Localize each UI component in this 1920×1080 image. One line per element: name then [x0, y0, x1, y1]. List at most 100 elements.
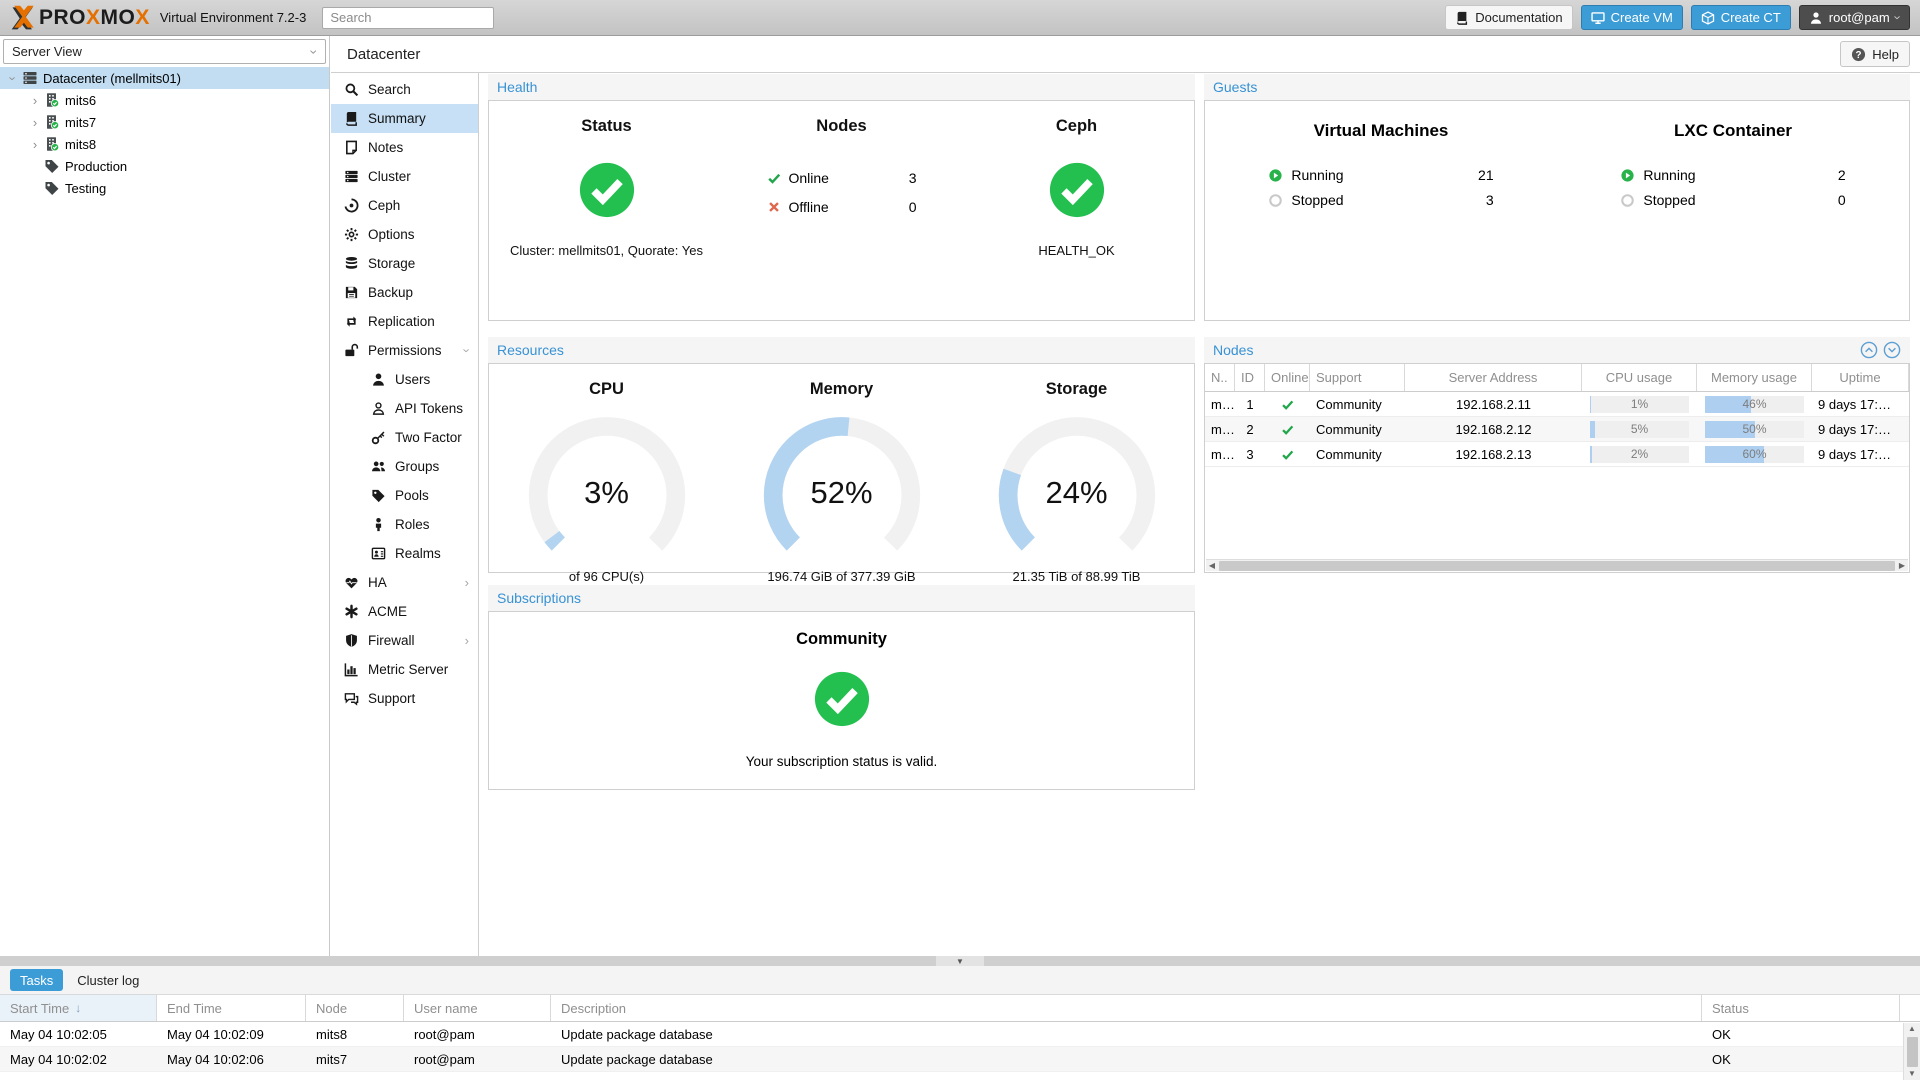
svg-text:?: ?: [1856, 49, 1862, 60]
tree-item-mits8[interactable]: › mits8: [0, 133, 329, 155]
col-status[interactable]: Status: [1702, 995, 1900, 1021]
create-vm-button[interactable]: Create VM: [1580, 5, 1683, 30]
task-row[interactable]: May 04 10:02:02 May 04 10:02:06 mits7 ro…: [0, 1047, 1920, 1072]
horizontal-splitter[interactable]: ▼: [0, 956, 1920, 966]
view-selector-dropdown[interactable]: Server View ›: [3, 39, 326, 64]
col-description[interactable]: Description: [551, 995, 1702, 1021]
shield-icon: [344, 633, 359, 648]
col-online[interactable]: Online: [1265, 364, 1310, 391]
tasks-tab-bar: Tasks Cluster log: [0, 966, 1920, 994]
tree-item-testing[interactable]: Testing: [0, 177, 329, 199]
scroll-right-icon[interactable]: ▶: [1896, 560, 1908, 572]
check-icon: [767, 171, 781, 185]
tag-icon: [44, 158, 60, 174]
sidebar-item-acme[interactable]: ACME: [331, 597, 478, 626]
database-icon: [344, 256, 359, 271]
nodes-heading: Nodes: [816, 117, 867, 135]
tree-item-mits7[interactable]: › mits7: [0, 111, 329, 133]
node-icon: [44, 114, 60, 130]
node-row[interactable]: m… 1 Community 192.168.2.11 1% 46% 9 day…: [1205, 392, 1909, 417]
sidebar-item-support[interactable]: Support: [331, 684, 478, 713]
memory-gauge: 52%: [753, 415, 931, 574]
col-memory-usage[interactable]: Memory usage: [1697, 364, 1812, 391]
documentation-button[interactable]: Documentation: [1445, 5, 1573, 30]
tree-item-production[interactable]: Production: [0, 155, 329, 177]
sidebar-item-options[interactable]: Options: [331, 220, 478, 249]
sidebar-item-roles[interactable]: Roles: [331, 510, 478, 539]
node-row[interactable]: m… 2 Community 192.168.2.12 5% 50% 9 day…: [1205, 417, 1909, 442]
tree-item-mits6[interactable]: › mits6: [0, 89, 329, 111]
col-start-time[interactable]: Start Time ↓: [0, 995, 157, 1021]
scrollbar-thumb[interactable]: [1906, 1037, 1918, 1067]
col-cpu-usage[interactable]: CPU usage: [1582, 364, 1697, 391]
lxc-stopped-row: Stopped 0: [1620, 192, 1846, 208]
chevron-down-icon: ›: [1890, 15, 1906, 20]
fold-up-icon[interactable]: [1860, 341, 1878, 359]
resources-panel: Resources CPU 3% of 96 CPU(s) Memory 52%…: [488, 337, 1195, 584]
node-icon: [44, 136, 60, 152]
vertical-scrollbar[interactable]: ▲ ▼: [1903, 1023, 1920, 1080]
sidebar-item-permissions[interactable]: Permissions ›: [331, 336, 478, 365]
storage-heading: Storage: [1045, 380, 1108, 398]
scrollbar-thumb[interactable]: [1219, 560, 1895, 571]
caret-expanded-icon[interactable]: ›: [6, 71, 21, 85]
sidebar-item-storage[interactable]: Storage: [331, 249, 478, 278]
sidebar-item-firewall[interactable]: Firewall ›: [331, 626, 478, 655]
col-end-time[interactable]: End Time: [157, 995, 306, 1021]
sidebar-item-api-tokens[interactable]: API Tokens: [331, 394, 478, 423]
help-button[interactable]: ? Help: [1840, 41, 1910, 67]
node-row[interactable]: m… 3 Community 192.168.2.13 2% 60% 9 day…: [1205, 442, 1909, 467]
scroll-up-icon[interactable]: ▲: [1908, 1023, 1916, 1035]
col-uptime[interactable]: Uptime: [1812, 364, 1909, 391]
sidebar-item-ha[interactable]: HA ›: [331, 568, 478, 597]
sidebar-item-metric-server[interactable]: Metric Server: [331, 655, 478, 684]
user-menu-button[interactable]: root@pam ›: [1798, 5, 1910, 30]
splitter-grip[interactable]: ▼: [936, 956, 984, 966]
storage-percent: 24%: [1045, 475, 1108, 510]
tasks-panel: Tasks Cluster log Start Time ↓ End Time N…: [0, 966, 1920, 1080]
sidebar-item-users[interactable]: Users: [331, 365, 478, 394]
tab-cluster-log[interactable]: Cluster log: [77, 973, 139, 988]
global-search-input[interactable]: [322, 6, 495, 29]
caret-collapsed-icon[interactable]: ›: [28, 115, 42, 130]
ceph-icon: [344, 198, 359, 213]
cpu-heading: CPU: [589, 380, 624, 398]
stop-ring-icon: [1620, 193, 1635, 208]
tab-tasks[interactable]: Tasks: [10, 969, 64, 991]
nodes-table-header: N.. ID Online Support Server Address CPU…: [1205, 364, 1909, 392]
cpu-percent: 3%: [584, 475, 629, 510]
note-icon: [344, 140, 359, 155]
chevron-down-icon: ›: [306, 49, 323, 54]
col-id[interactable]: ID: [1235, 364, 1265, 391]
sidebar-item-notes[interactable]: Notes: [331, 133, 478, 162]
sidebar-item-two-factor[interactable]: Two Factor: [331, 423, 478, 452]
sidebar-item-ceph[interactable]: Ceph: [331, 191, 478, 220]
col-user-name[interactable]: User name: [404, 995, 551, 1021]
create-ct-button[interactable]: Create CT: [1690, 5, 1791, 30]
sidebar-item-cluster[interactable]: Cluster: [331, 162, 478, 191]
col-support[interactable]: Support: [1310, 364, 1405, 391]
col-node[interactable]: Node: [306, 995, 404, 1021]
key-icon: [371, 430, 386, 445]
task-row[interactable]: May 04 10:02:05 May 04 10:02:09 mits8 ro…: [0, 1022, 1920, 1047]
sidebar-item-backup[interactable]: Backup: [331, 278, 478, 307]
subscriptions-panel: Subscriptions Community Your subscriptio…: [488, 585, 1195, 790]
caret-collapsed-icon[interactable]: ›: [28, 137, 42, 152]
scroll-left-icon[interactable]: ◀: [1206, 560, 1218, 572]
scroll-down-icon[interactable]: ▼: [1908, 1068, 1916, 1080]
tree-item-datacenter[interactable]: › Datacenter (mellmits01): [0, 67, 329, 89]
fold-down-icon[interactable]: [1883, 341, 1901, 359]
play-icon: [1268, 168, 1283, 183]
sidebar-item-replication[interactable]: Replication: [331, 307, 478, 336]
col-server-address[interactable]: Server Address: [1405, 364, 1582, 391]
sidebar-item-groups[interactable]: Groups: [331, 452, 478, 481]
bar-chart-icon: [344, 662, 359, 677]
col-name[interactable]: N..: [1205, 364, 1235, 391]
sidebar-item-pools[interactable]: Pools: [331, 481, 478, 510]
sidebar-item-search[interactable]: Search: [331, 75, 478, 104]
sidebar-item-summary[interactable]: Summary: [331, 104, 478, 133]
caret-collapsed-icon[interactable]: ›: [28, 93, 42, 108]
header-spacer: [1900, 995, 1920, 1021]
sidebar-item-realms[interactable]: Realms: [331, 539, 478, 568]
horizontal-scrollbar[interactable]: ◀ ▶: [1206, 559, 1908, 571]
